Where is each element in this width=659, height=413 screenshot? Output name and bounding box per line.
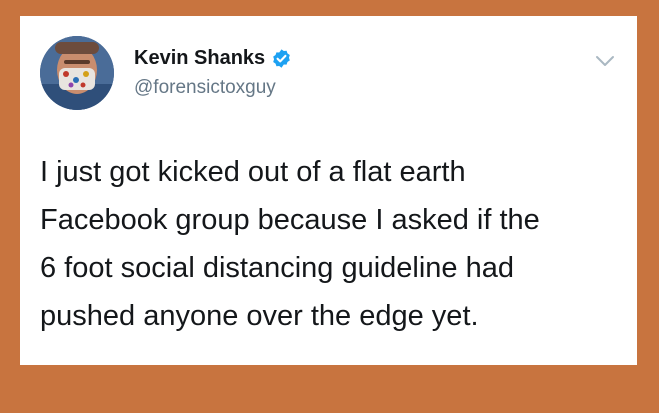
chevron-down-icon[interactable] <box>595 54 615 68</box>
tweet-text-line: I just got kicked out of a flat earth <box>40 156 466 188</box>
tweet-text-line: pushed anyone over the edge yet. <box>40 300 479 332</box>
display-name[interactable]: Kevin Shanks <box>134 47 265 70</box>
avatar-image <box>40 36 114 110</box>
tweet-card: Kevin Shanks @forensictoxguy I just got … <box>20 16 637 365</box>
avatar[interactable] <box>40 36 114 110</box>
tweet-text: I just got kicked out of a flat earth Fa… <box>40 148 630 340</box>
author-name-row[interactable]: Kevin Shanks <box>134 46 292 70</box>
tweet-text-line: 6 foot social distancing guideline had <box>40 252 514 284</box>
author-handle[interactable]: @forensictoxguy <box>134 77 276 99</box>
tweet-text-line: Facebook group because I asked if the <box>40 204 540 236</box>
verified-badge-icon <box>271 48 292 69</box>
